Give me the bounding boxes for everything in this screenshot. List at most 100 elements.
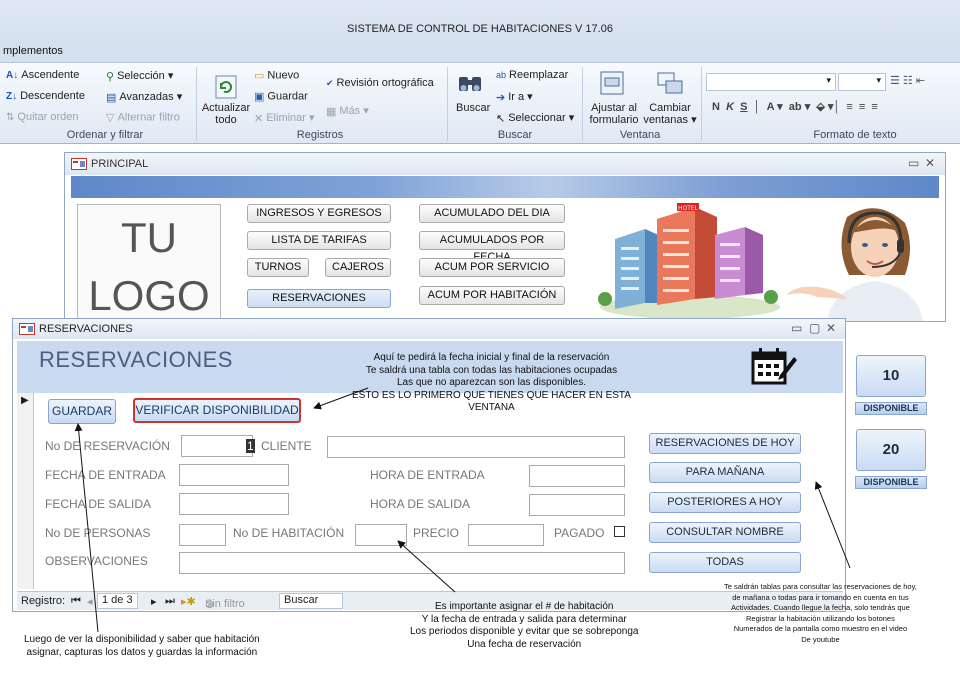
list-bullets-icon[interactable]: ☰ ☷ ⇤ bbox=[890, 74, 925, 87]
minimize-icon[interactable]: ▭ bbox=[908, 156, 919, 170]
annotation-line: Luego de ver la disponibilidad y saber q… bbox=[24, 634, 260, 645]
sort-ascending-button[interactable]: A↓ Ascendente bbox=[6, 69, 79, 81]
annotation-line: de mañana o todas para ir tomando en cue… bbox=[732, 592, 909, 602]
room-status-20: DISPONIBLE bbox=[855, 476, 927, 489]
chevron-down-icon: ▾ bbox=[826, 75, 831, 85]
goto-button[interactable]: ➔ Ir a ▾ bbox=[496, 90, 533, 104]
refresh-all-button[interactable]: Actualizar todo bbox=[200, 102, 252, 126]
reservaciones-window-title: RESERVACIONES bbox=[39, 323, 133, 335]
maximize-icon[interactable]: ▢ bbox=[809, 321, 820, 335]
personas-label: No DE PERSONAS bbox=[45, 526, 151, 540]
minimize-icon[interactable]: ▭ bbox=[791, 321, 802, 335]
ribbon-separator bbox=[701, 67, 702, 141]
delete-record-button[interactable]: ✕ Eliminar ▾ bbox=[254, 111, 315, 125]
first-record-icon[interactable]: ⏮ bbox=[71, 595, 81, 608]
room-button-20[interactable]: 20 bbox=[856, 429, 926, 471]
group-label-records: Registros bbox=[296, 129, 344, 141]
replace-button[interactable]: ab Reemplazar bbox=[496, 69, 568, 81]
cliente-label: CLIENTE bbox=[261, 439, 312, 453]
annotation-line: Registrar la habitación utilizando los b… bbox=[746, 613, 895, 623]
sort-descending-button[interactable]: Z↓ Descendente bbox=[6, 90, 85, 102]
calendar-icon bbox=[751, 348, 797, 385]
font-name-select[interactable]: ▾ bbox=[706, 73, 836, 91]
acumulado-dia-button[interactable]: ACUMULADO DEL DIA bbox=[419, 204, 565, 223]
annotation-line: Actividades. Cuando llegue la fecha, sol… bbox=[731, 603, 910, 612]
observaciones-field[interactable] bbox=[179, 552, 625, 574]
lista-tarifas-button[interactable]: LISTA DE TARIFAS bbox=[247, 231, 391, 250]
save-record-button[interactable]: ▣ Guardar bbox=[254, 90, 308, 103]
fecha-salida-field[interactable] bbox=[179, 493, 289, 515]
record-selector[interactable]: ▶ bbox=[17, 393, 34, 589]
selection-filter-button[interactable]: ⚲ Selección ▾ bbox=[106, 69, 173, 83]
room-button-10[interactable]: 10 bbox=[856, 355, 926, 397]
hotel-sign-text: HOTEL bbox=[678, 205, 699, 212]
cliente-field[interactable] bbox=[327, 436, 625, 458]
search-box[interactable]: Buscar bbox=[279, 593, 343, 609]
fit-to-form-button[interactable]: Ajustar al formulario bbox=[586, 102, 642, 126]
advanced-filter-button[interactable]: ▤ Avanzadas ▾ bbox=[106, 90, 182, 104]
toggle-filter-button[interactable]: ▽ Alternar filtro bbox=[106, 111, 180, 124]
ribbon-separator bbox=[582, 67, 583, 141]
ribbon-tab-complementos[interactable]: mplementos bbox=[3, 45, 63, 57]
registro-label: Registro: bbox=[21, 595, 66, 607]
clear-sort-button[interactable]: ⇅ Quitar orden bbox=[6, 111, 79, 123]
record-position-field[interactable]: 1 de 3 bbox=[97, 593, 138, 609]
posteriores-hoy-button[interactable]: POSTERIORES A HOY bbox=[649, 492, 801, 513]
spelling-button[interactable]: ✔ Revisión ortográfica bbox=[326, 77, 434, 89]
personas-field[interactable] bbox=[179, 524, 226, 546]
precio-field[interactable] bbox=[468, 524, 544, 546]
hora-salida-label: HORA DE SALIDA bbox=[370, 497, 471, 511]
close-icon[interactable]: ✕ bbox=[826, 321, 836, 335]
cajeros-button[interactable]: CAJEROS bbox=[325, 258, 391, 277]
consultar-nombre-button[interactable]: CONSULTAR NOMBRE bbox=[649, 522, 801, 543]
font-size-select[interactable]: ▾ bbox=[838, 73, 886, 91]
pagado-checkbox[interactable] bbox=[614, 526, 625, 537]
text-format-toolbar: N K S │ A ▾ ab ▾ ⬙ ▾│ ≡ ≡ ≡ bbox=[712, 101, 878, 113]
ingresos-egresos-button[interactable]: INGRESOS Y EGRESOS bbox=[247, 204, 391, 223]
acum-habitacion-button[interactable]: ACUM POR HABITACIÓN bbox=[419, 286, 565, 305]
refresh-icon bbox=[215, 75, 237, 99]
window-title: SISTEMA DE CONTROL DE HABITACIONES V 17.… bbox=[347, 23, 613, 35]
annotation-bottom-left: Luego de ver la disponibilidad y saber q… bbox=[24, 634, 260, 659]
last-record-icon[interactable]: ⏭ bbox=[165, 595, 175, 608]
find-button[interactable]: Buscar bbox=[456, 102, 490, 114]
todas-button[interactable]: TODAS bbox=[649, 552, 801, 573]
guardar-button[interactable]: GUARDAR bbox=[48, 399, 116, 424]
annotation-line: Las que no aparezcan son las disponibles… bbox=[396, 377, 586, 388]
habitacion-field[interactable] bbox=[355, 524, 407, 546]
turnos-button[interactable]: TURNOS bbox=[247, 258, 309, 277]
group-label-sort: Ordenar y filtrar bbox=[66, 129, 144, 141]
new-record-button[interactable]: ▭ Nuevo bbox=[254, 69, 299, 82]
hora-entrada-field[interactable] bbox=[529, 465, 625, 487]
reservaciones-hoy-button[interactable]: RESERVACIONES DE HOY bbox=[649, 433, 801, 454]
acum-servicio-button[interactable]: ACUM POR SERVICIO bbox=[419, 258, 565, 277]
annotation-top: Aquí te pedirá la fecha inicial y final … bbox=[352, 352, 631, 415]
advanced-filter-icon: ▤ bbox=[106, 91, 117, 104]
new-record-nav-icon[interactable]: ▸✱ bbox=[181, 595, 196, 608]
save-icon: ▣ bbox=[254, 91, 265, 103]
cursor-icon: ↖ bbox=[496, 112, 506, 125]
fecha-entrada-field[interactable] bbox=[179, 464, 289, 486]
close-icon[interactable]: ✕ bbox=[925, 156, 935, 170]
principal-window: PRINCIPAL ▭ ✕ TU LOGO INGRESOS Y EGRESOS… bbox=[64, 152, 946, 490]
hora-salida-field[interactable] bbox=[529, 494, 625, 516]
previous-record-icon[interactable]: ◂ bbox=[87, 595, 93, 608]
annotation-line: asignar, capturas los datos y guardas la… bbox=[26, 646, 258, 658]
more-records-button[interactable]: ▦ Más ▾ bbox=[326, 104, 369, 118]
filter-selection-icon: ⚲ bbox=[106, 70, 115, 83]
group-label-window: Ventana bbox=[619, 129, 661, 141]
acumulados-fecha-button[interactable]: ACUMULADOS POR FECHA bbox=[419, 231, 565, 263]
annotation-line: Aquí te pedirá la fecha inicial y final … bbox=[373, 352, 610, 363]
next-record-icon[interactable]: ▸ bbox=[151, 595, 157, 608]
reservaciones-button[interactable]: RESERVACIONES bbox=[247, 289, 391, 308]
select-button[interactable]: ↖ Seleccionar ▾ bbox=[496, 111, 574, 125]
no-reservacion-field[interactable]: 1 bbox=[181, 435, 255, 457]
reservaciones-heading: RESERVACIONES bbox=[39, 347, 233, 372]
verificar-disponibilidad-button[interactable]: VERIFICAR DISPONIBILIDAD bbox=[133, 398, 301, 423]
chevron-down-icon: ▾ bbox=[876, 75, 881, 85]
switch-windows-button[interactable]: Cambiar ventanas ▾ bbox=[642, 102, 698, 126]
logo-text-line1: TU bbox=[121, 214, 177, 261]
para-manana-button[interactable]: PARA MAÑANA bbox=[649, 462, 801, 483]
clear-sort-icon: ⇅ bbox=[6, 111, 15, 123]
logo-placeholder: TU LOGO bbox=[77, 204, 221, 323]
